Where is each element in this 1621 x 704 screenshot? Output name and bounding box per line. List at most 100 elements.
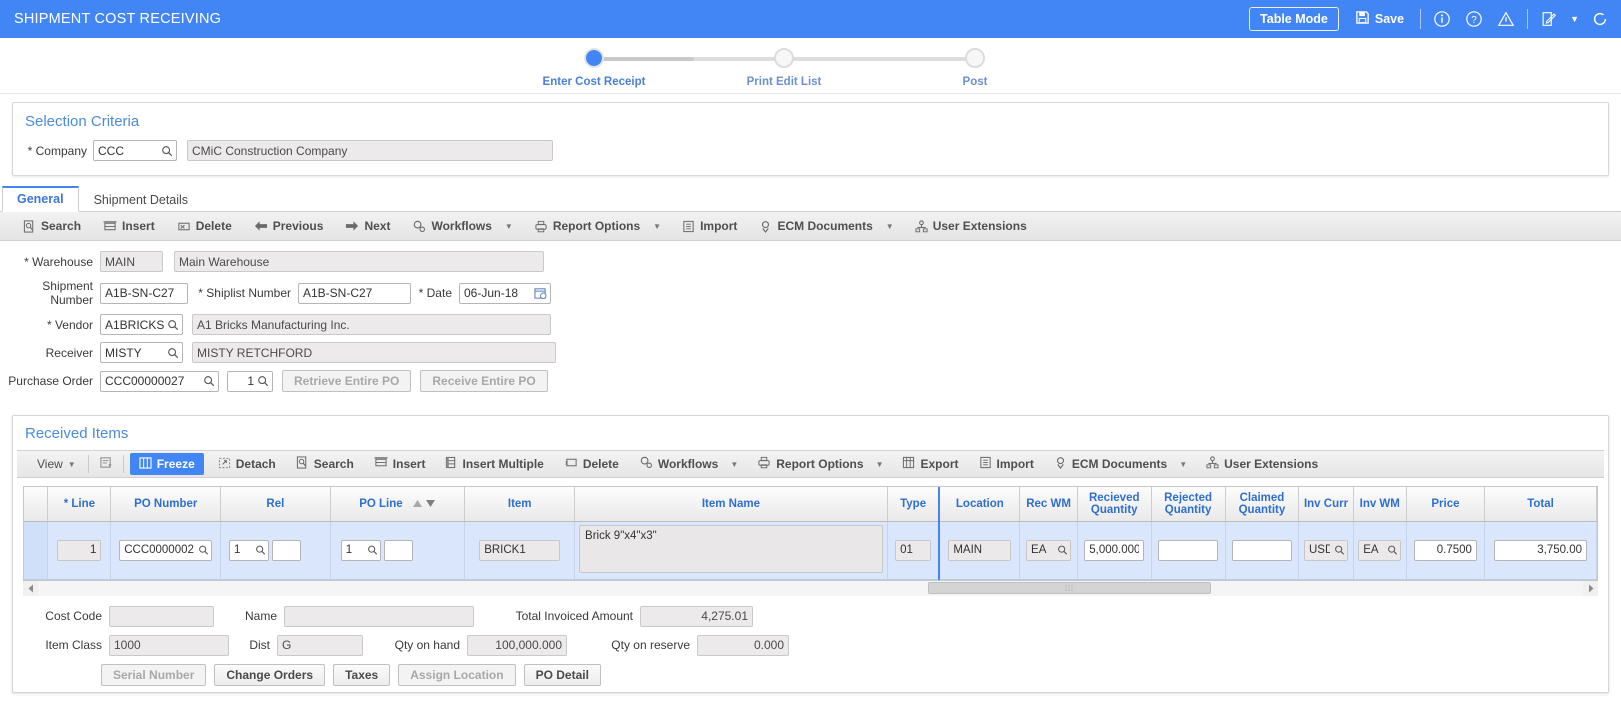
grid-workflows-button[interactable]: Workflows bbox=[629, 450, 728, 478]
grid-ecm-documents-dropdown-caret[interactable]: ▼ bbox=[1177, 450, 1196, 478]
rel-extra-input[interactable] bbox=[272, 539, 302, 561]
workflows-dropdown-caret[interactable]: ▼ bbox=[503, 212, 523, 241]
change-orders-button[interactable]: Change Orders bbox=[214, 663, 326, 686]
date-input[interactable] bbox=[459, 282, 551, 304]
rel-lov[interactable] bbox=[229, 539, 270, 561]
grid-report-options-dropdown-caret[interactable]: ▼ bbox=[874, 450, 893, 478]
po-line-extra-input[interactable] bbox=[383, 539, 413, 561]
po-number-lov[interactable] bbox=[119, 539, 213, 561]
po-detail-button[interactable]: PO Detail bbox=[523, 663, 601, 686]
grid-header-rel[interactable]: Rel bbox=[220, 487, 331, 522]
rejected-quantity-input[interactable] bbox=[1158, 539, 1219, 561]
detach-button[interactable]: Detach bbox=[208, 450, 286, 478]
shipment-number-input[interactable] bbox=[100, 282, 188, 304]
receive-entire-po-button[interactable]: Receive Entire PO bbox=[420, 370, 548, 392]
price-input[interactable] bbox=[1413, 539, 1477, 561]
train-step-enter-cost-receipt[interactable]: Enter Cost Receipt bbox=[534, 48, 654, 88]
vendor-code-lov[interactable] bbox=[100, 314, 183, 335]
grid-header-po-number[interactable]: PO Number bbox=[110, 487, 222, 522]
edit-note-icon[interactable] bbox=[1538, 8, 1560, 30]
purchase-order-lov[interactable] bbox=[100, 370, 219, 392]
row-selector-cell[interactable] bbox=[24, 521, 49, 580]
inv-wm-lov[interactable] bbox=[1358, 539, 1402, 561]
receiver-code-lov[interactable] bbox=[100, 342, 183, 363]
toolbar-report-options-button[interactable]: Report Options bbox=[523, 212, 651, 241]
filter-button[interactable] bbox=[91, 450, 121, 478]
shiplist-number-input[interactable] bbox=[298, 282, 411, 304]
toolbar-previous-button[interactable]: Previous bbox=[243, 212, 335, 241]
scroll-left-arrow-icon[interactable] bbox=[23, 581, 38, 596]
assign-location-button[interactable]: Assign Location bbox=[398, 663, 516, 686]
tab-general[interactable]: General bbox=[2, 186, 79, 212]
toolbar-workflows-button[interactable]: Workflows bbox=[401, 212, 502, 241]
freeze-button[interactable]: Freeze bbox=[129, 453, 204, 475]
toolbar-import-button[interactable]: Import bbox=[671, 212, 748, 241]
serial-number-button[interactable]: Serial Number bbox=[101, 663, 207, 686]
view-menu-button[interactable]: View ▼ bbox=[27, 450, 86, 478]
date-field[interactable] bbox=[459, 282, 551, 304]
received-quantity-input[interactable] bbox=[1084, 539, 1145, 561]
grid-header-item-name[interactable]: Item Name bbox=[574, 487, 888, 522]
po-release-input[interactable] bbox=[227, 370, 273, 392]
train-step-print-edit-list[interactable]: Print Edit List bbox=[724, 48, 844, 88]
grid-header-line[interactable]: * Line bbox=[47, 487, 112, 522]
grid-user-extensions-button[interactable]: User Extensions bbox=[1196, 450, 1328, 478]
grid-header-type[interactable]: Type bbox=[887, 487, 940, 522]
grid-header-po-line[interactable]: PO Line bbox=[330, 487, 466, 522]
grid-insert-button[interactable]: Insert bbox=[364, 450, 436, 478]
purchase-order-input[interactable] bbox=[100, 370, 219, 392]
company-code-input[interactable] bbox=[93, 140, 177, 161]
po-line-input[interactable] bbox=[340, 539, 381, 561]
export-button[interactable]: Export bbox=[892, 450, 968, 478]
grid-header-location[interactable]: Location bbox=[938, 487, 1021, 522]
grid-header-inv-curr[interactable]: Inv Curr bbox=[1298, 487, 1354, 522]
po-line-lov[interactable] bbox=[340, 539, 381, 561]
sort-arrows[interactable] bbox=[412, 499, 436, 508]
grid-report-options-button[interactable]: Report Options bbox=[747, 450, 873, 478]
train-step-post[interactable]: Post bbox=[915, 48, 1035, 88]
rec-wm-lov[interactable] bbox=[1026, 539, 1072, 561]
scrollbar-thumb[interactable]: ⦙⦙⦙ bbox=[928, 582, 1211, 594]
info-circle-icon[interactable] bbox=[1431, 8, 1453, 30]
chevron-down-icon[interactable]: ▼ bbox=[1570, 14, 1579, 24]
grid-header-total[interactable]: Total bbox=[1484, 487, 1597, 522]
taxes-button[interactable]: Taxes bbox=[333, 663, 391, 686]
scroll-right-arrow-icon[interactable] bbox=[1583, 581, 1598, 596]
grid-header-inv-wm[interactable]: Inv WM bbox=[1353, 487, 1407, 522]
item-name-textarea[interactable] bbox=[579, 524, 883, 573]
toolbar-user-extensions-button[interactable]: User Extensions bbox=[904, 212, 1038, 241]
save-button[interactable]: Save bbox=[1349, 8, 1410, 30]
toolbar-insert-button[interactable]: Insert bbox=[92, 212, 166, 241]
grid-delete-button[interactable]: x Delete bbox=[554, 450, 629, 478]
report-options-dropdown-caret[interactable]: ▼ bbox=[651, 212, 671, 241]
claimed-quantity-input[interactable] bbox=[1231, 539, 1292, 561]
grid-import-button[interactable]: Import bbox=[969, 450, 1044, 478]
grid-search-button[interactable]: Search bbox=[286, 450, 364, 478]
scrollbar-track[interactable]: ⦙⦙⦙ bbox=[38, 581, 1583, 596]
po-release-lov[interactable] bbox=[227, 370, 273, 392]
toolbar-ecm-documents-button[interactable]: ECM Documents bbox=[748, 212, 883, 241]
toolbar-search-button[interactable]: Search bbox=[12, 212, 92, 241]
ecm-documents-dropdown-caret[interactable]: ▼ bbox=[884, 212, 904, 241]
grid-horizontal-scrollbar[interactable]: ⦙⦙⦙ bbox=[23, 580, 1598, 596]
grid-workflows-dropdown-caret[interactable]: ▼ bbox=[728, 450, 747, 478]
warning-triangle-icon[interactable] bbox=[1495, 8, 1517, 30]
toolbar-delete-button[interactable]: Delete bbox=[166, 212, 243, 241]
grid-header-price[interactable]: Price bbox=[1406, 487, 1486, 522]
insert-multiple-button[interactable]: Insert Multiple bbox=[435, 450, 553, 478]
vendor-code-input[interactable] bbox=[100, 314, 183, 335]
grid-header-received-quantity[interactable]: Recieved Quantity bbox=[1077, 487, 1152, 522]
grid-header-item[interactable]: Item bbox=[464, 487, 576, 522]
receiver-code-input[interactable] bbox=[100, 342, 183, 363]
rel-input[interactable] bbox=[229, 539, 270, 561]
retrieve-entire-po-button[interactable]: Retrieve Entire PO bbox=[282, 370, 412, 392]
grid-header-claimed-quantity[interactable]: Claimed Quantity bbox=[1225, 487, 1300, 522]
total-input[interactable] bbox=[1494, 539, 1588, 561]
table-row[interactable] bbox=[24, 521, 1597, 580]
grid-ecm-documents-button[interactable]: ECM Documents bbox=[1044, 450, 1177, 478]
po-number-input[interactable] bbox=[119, 539, 213, 561]
company-code-lov[interactable] bbox=[93, 140, 177, 161]
tab-shipment-details[interactable]: Shipment Details bbox=[79, 188, 204, 212]
inv-curr-lov[interactable] bbox=[1304, 539, 1348, 561]
grid-header-rejected-quantity[interactable]: Rejected Quantity bbox=[1151, 487, 1226, 522]
